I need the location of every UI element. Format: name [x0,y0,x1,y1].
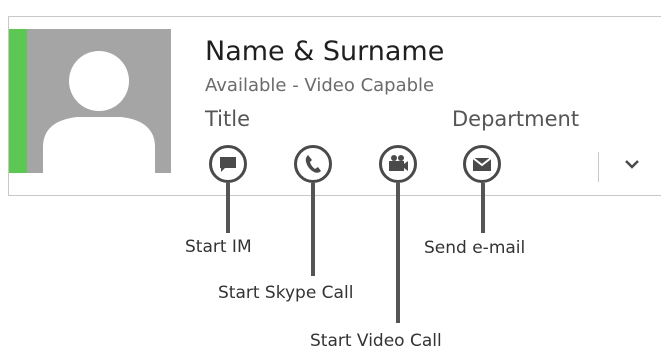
start-call-button[interactable] [294,145,332,183]
callout-start-skype-call: Start Skype Call [218,283,354,303]
callout-line-video [396,183,400,323]
toolbar-divider [598,152,599,182]
presence-status: Available - Video Capable [205,75,435,96]
contact-department: Department [452,107,580,131]
presence-indicator [9,29,27,173]
chevron-down-icon [625,160,639,169]
callout-line-email [481,183,485,233]
start-video-call-button[interactable] [379,145,417,183]
chat-bubble-icon [220,157,236,172]
expand-button[interactable] [622,156,642,172]
contact-name: Name & Surname [205,36,445,67]
callout-line-call [311,183,315,276]
phone-icon [305,155,321,173]
callout-send-email: Send e-mail [424,238,526,258]
video-camera-icon [389,155,408,171]
callout-start-video-call: Start Video Call [310,331,442,351]
callout-line-im [226,183,230,233]
contact-title: Title [205,107,251,131]
start-im-button[interactable] [209,145,247,183]
avatar[interactable] [27,29,171,173]
envelope-icon [472,157,492,171]
callout-start-im: Start IM [185,237,252,257]
person-silhouette-icon [43,51,155,173]
send-email-button[interactable] [463,145,501,183]
